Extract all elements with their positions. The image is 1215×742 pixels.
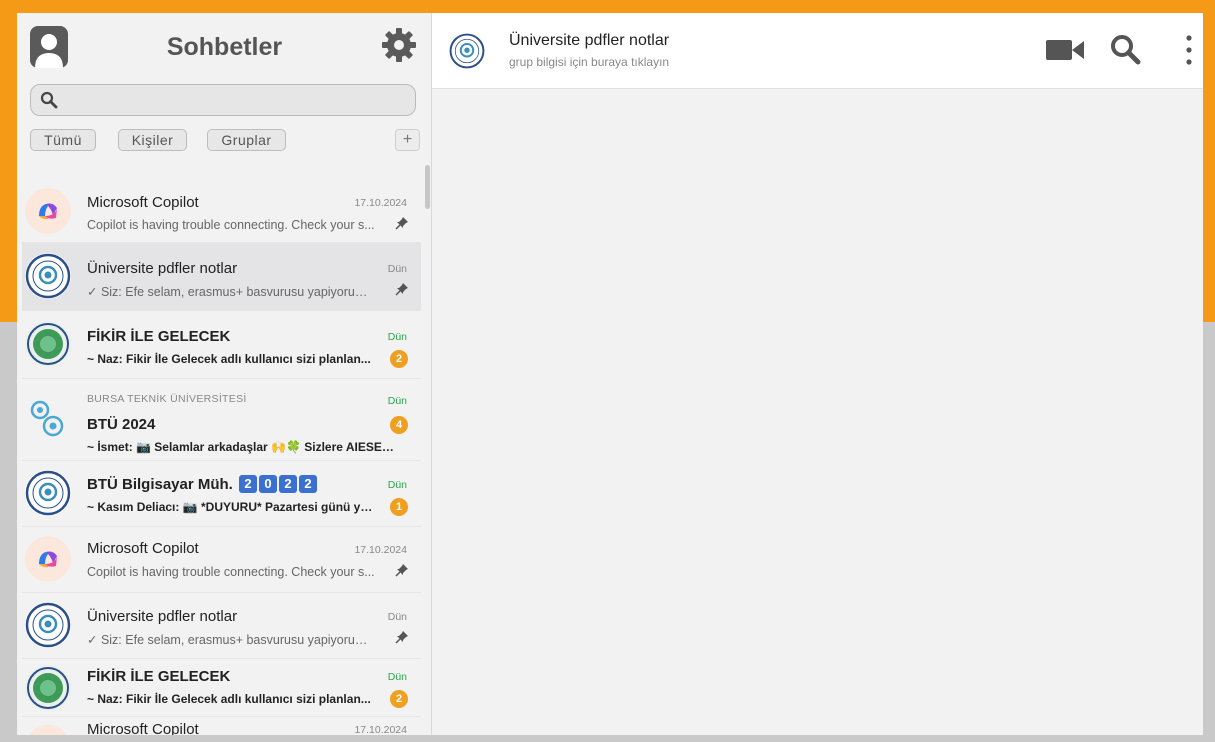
btu-logo-avatar bbox=[25, 253, 71, 299]
number-emoji: 2 bbox=[279, 475, 298, 493]
community-avatar bbox=[25, 396, 71, 442]
conversation-subtitle: grup bilgisi için buraya tıklayın bbox=[509, 55, 670, 69]
copilot-avatar bbox=[25, 725, 71, 735]
group-avatar[interactable] bbox=[449, 33, 485, 69]
chat-item-copilot[interactable]: Microsoft Copilot 17.10.2024 bbox=[22, 717, 421, 735]
community-name: BURSA TEKNİK ÜNİVERSİTESİ bbox=[87, 393, 247, 405]
chat-name: Microsoft Copilot bbox=[87, 194, 199, 211]
search-input[interactable] bbox=[65, 89, 405, 111]
chat-item-btu-2024[interactable]: BURSA TEKNİK ÜNİVERSİTESİ BTÜ 2024 Dün 4… bbox=[22, 379, 421, 461]
chat-preview: Copilot is having trouble connecting. Ch… bbox=[87, 218, 375, 232]
btu-logo-avatar bbox=[25, 470, 71, 516]
btu-logo-avatar bbox=[25, 602, 71, 648]
number-emoji: 2 bbox=[299, 475, 318, 493]
filter-groups-button[interactable]: Gruplar bbox=[207, 129, 286, 151]
filter-contacts-button[interactable]: Kişiler bbox=[118, 129, 187, 151]
chat-preview: Copilot is having trouble connecting. Ch… bbox=[87, 565, 375, 579]
chat-name: BTÜ 2024 bbox=[87, 416, 156, 433]
conversation-header[interactable]: Üniversite pdfler notlar grup bilgisi iç… bbox=[432, 13, 1203, 89]
chat-date: Dün bbox=[387, 479, 407, 491]
chat-preview: ~ Naz: Fikir İle Gelecek adlı kullanıcı … bbox=[87, 352, 371, 366]
conversation-pane: Üniversite pdfler notlar grup bilgisi iç… bbox=[432, 13, 1203, 735]
chat-name-text: BTÜ Bilgisayar Müh. bbox=[87, 476, 233, 493]
number-emoji: 2 bbox=[239, 475, 258, 493]
pin-icon bbox=[395, 283, 408, 296]
more-options-icon[interactable] bbox=[1184, 33, 1194, 67]
chat-date: Dün bbox=[387, 331, 407, 343]
chat-item-copilot[interactable]: Microsoft Copilot 17.10.2024 Copilot is … bbox=[22, 527, 421, 593]
chat-sidebar: Sohbetler Tümü Kişiler Gruplar + Microso… bbox=[17, 13, 432, 735]
chat-date: Dün bbox=[387, 671, 407, 683]
chat-date: 17.10.2024 bbox=[354, 544, 407, 556]
chat-preview: ~ Kasım Deliacı: 📷 *DUYURU* Pazartesi gü… bbox=[87, 500, 377, 514]
chat-name: Microsoft Copilot bbox=[87, 721, 199, 735]
chat-item-fikir-ile-gelecek[interactable]: FİKİR İLE GELECEK Dün ~ Naz: Fikir İle G… bbox=[22, 311, 421, 379]
search-box bbox=[30, 84, 416, 116]
chat-name: Microsoft Copilot bbox=[87, 540, 199, 557]
unread-badge: 2 bbox=[390, 690, 408, 708]
chat-date: Dün bbox=[387, 395, 407, 407]
search-icon[interactable] bbox=[1109, 33, 1141, 65]
chat-preview: ~ İsmet: 📷 Selamlar arkadaşlar 🙌🍀 Sizler… bbox=[87, 440, 397, 454]
unread-badge: 2 bbox=[390, 350, 408, 368]
chat-date: 17.10.2024 bbox=[354, 724, 407, 735]
chat-list-scrollbar[interactable] bbox=[425, 165, 430, 209]
gear-icon[interactable] bbox=[381, 27, 417, 63]
chat-date: Dün bbox=[387, 263, 407, 275]
chat-item-universite-pdfler[interactable]: Üniversite pdfler notlar Dün ✓ Siz: Efe … bbox=[22, 593, 421, 659]
pin-icon bbox=[395, 217, 408, 230]
chat-app-window: Sohbetler Tümü Kişiler Gruplar + Microso… bbox=[17, 13, 1203, 735]
copilot-avatar bbox=[25, 536, 71, 582]
video-call-icon[interactable] bbox=[1046, 38, 1084, 62]
number-emoji: 0 bbox=[259, 475, 278, 493]
chat-name: Üniversite pdfler notlar bbox=[87, 608, 238, 625]
chat-preview: ~ Naz: Fikir İle Gelecek adlı kullanıcı … bbox=[87, 692, 371, 706]
unread-badge: 4 bbox=[390, 416, 408, 434]
pin-icon bbox=[395, 564, 408, 577]
chat-name: Üniversite pdfler notlar bbox=[87, 260, 238, 277]
fikir-avatar bbox=[25, 321, 71, 367]
chat-item-fikir-ile-gelecek[interactable]: FİKİR İLE GELECEK Dün ~ Naz: Fikir İle G… bbox=[22, 659, 421, 717]
chat-date: 17.10.2024 bbox=[354, 197, 407, 209]
chat-date: Dün bbox=[387, 611, 407, 623]
sidebar-title: Sohbetler bbox=[166, 33, 283, 61]
sidebar-header: Sohbetler bbox=[17, 13, 431, 83]
add-filter-button[interactable]: + bbox=[395, 129, 420, 151]
copilot-avatar bbox=[25, 188, 71, 234]
filter-bar: Tümü Kişiler Gruplar + bbox=[30, 129, 420, 151]
chat-item-universite-pdfler[interactable]: Üniversite pdfler notlar Dün ✓ Siz: Efe … bbox=[22, 243, 421, 311]
filter-all-button[interactable]: Tümü bbox=[30, 129, 96, 151]
chat-item-copilot[interactable]: Microsoft Copilot 17.10.2024 Copilot is … bbox=[22, 179, 421, 243]
chat-preview: ✓ Siz: Efe selam, erasmus+ basvurusu yap… bbox=[87, 285, 377, 299]
fikir-avatar bbox=[25, 665, 71, 711]
chat-item-btu-bilgisayar[interactable]: BTÜ Bilgisayar Müh. 2022 Dün ~ Kasım Del… bbox=[22, 461, 421, 527]
pin-icon bbox=[395, 631, 408, 644]
unread-badge: 1 bbox=[390, 498, 408, 516]
chat-name: BTÜ Bilgisayar Müh. 2022 bbox=[87, 475, 318, 493]
chat-list: Microsoft Copilot 17.10.2024 Copilot is … bbox=[17, 163, 422, 735]
chat-name: FİKİR İLE GELECEK bbox=[87, 668, 231, 685]
conversation-title: Üniversite pdfler notlar bbox=[509, 32, 670, 49]
chat-name: FİKİR İLE GELECEK bbox=[87, 328, 231, 345]
search-icon bbox=[40, 91, 58, 109]
chat-preview: ✓ Siz: Efe selam, erasmus+ basvurusu yap… bbox=[87, 633, 377, 647]
